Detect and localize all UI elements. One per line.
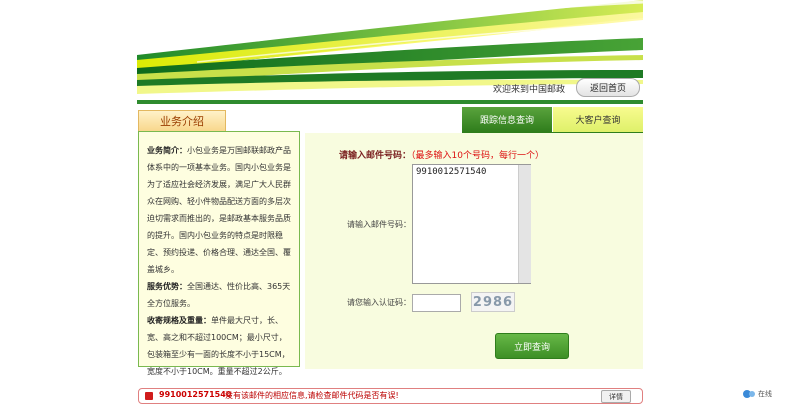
banner-swoosh-graphic — [137, 0, 643, 100]
welcome-text: 欢迎来到中国邮政 — [493, 85, 566, 95]
result-message: 没有该邮件的相应信息,请检查邮件代码是否有误! — [225, 391, 399, 400]
result-message-bar: 9910012571540 没有该邮件的相应信息,请检查邮件代码是否有误! 详情 — [138, 388, 643, 404]
service-intro-box: 业务简介：小包业务是万国邮联邮政产品体系中的一项基本业务。国内小包业务是为了适应… — [138, 131, 300, 376]
intro-paragraph-specs: 收寄规格及重量：单件最大尺寸，长、宽、高之和不超过100CM；最小尺寸，包装箱至… — [147, 312, 293, 380]
intro-overview-title: 业务简介： — [147, 146, 187, 155]
error-icon — [145, 392, 153, 400]
side-widget-label: 在线 — [758, 390, 772, 398]
intro-paragraph-overview: 业务简介：小包业务是万国邮联邮政产品体系中的一项基本业务。国内小包业务是为了适应… — [147, 142, 293, 278]
banner-divider — [137, 100, 643, 104]
tab-tracking-query[interactable]: 跟踪信息查询 — [462, 107, 552, 132]
query-heading-text: 请输入邮件号码： — [339, 151, 412, 161]
intro-specs-title: 收寄规格及重量： — [147, 316, 211, 325]
intro-specs-text: 单件最大尺寸，长、宽、高之和不超过100CM；最小尺寸，包装箱至少有一面的长度不… — [147, 316, 290, 376]
floating-side-widget[interactable]: 在线 — [742, 388, 789, 400]
chat-icon — [743, 390, 755, 398]
mail-number-textarea[interactable]: 9910012571540 — [412, 164, 531, 284]
textarea-scrollbar[interactable] — [518, 165, 531, 283]
header-banner: 欢迎来到中国邮政 返回首页 — [137, 0, 643, 104]
section-label-intro: 业务介绍 — [138, 110, 226, 132]
query-heading: 请输入邮件号码：（最多输入10个号码，每行一个） — [339, 148, 544, 161]
intro-advantages-title: 服务优势： — [147, 282, 187, 291]
mail-number-label: 请输入邮件号码： — [347, 220, 411, 229]
captcha-label: 请您输入认证码： — [347, 298, 411, 307]
captcha-image[interactable]: 2986 — [471, 292, 515, 312]
result-detail-button[interactable]: 详情 — [601, 390, 631, 403]
tab-big-customer-query[interactable]: 大客户查询 — [553, 107, 643, 132]
home-button[interactable]: 返回首页 — [576, 78, 640, 97]
intro-paragraph-advantages: 服务优势：全国通达、性价比高、365天全方位服务。 — [147, 278, 293, 312]
result-mail-number: 9910012571540 — [159, 390, 232, 399]
intro-overview-text: 小包业务是万国邮联邮政产品体系中的一项基本业务。国内小包业务是为了适应社会经济发… — [147, 146, 291, 274]
tab-bar: 业务介绍 跟踪信息查询 大客户查询 — [137, 107, 643, 134]
query-heading-note: （最多输入10个号码，每行一个） — [411, 151, 544, 161]
scrollbar-thumb[interactable] — [519, 165, 531, 283]
page-frame: 欢迎来到中国邮政 返回首页 业务介绍 跟踪信息查询 大客户查询 业务简介：小包业… — [137, 0, 643, 404]
submit-query-button[interactable]: 立即查询 — [495, 333, 569, 359]
captcha-input[interactable] — [412, 294, 461, 312]
